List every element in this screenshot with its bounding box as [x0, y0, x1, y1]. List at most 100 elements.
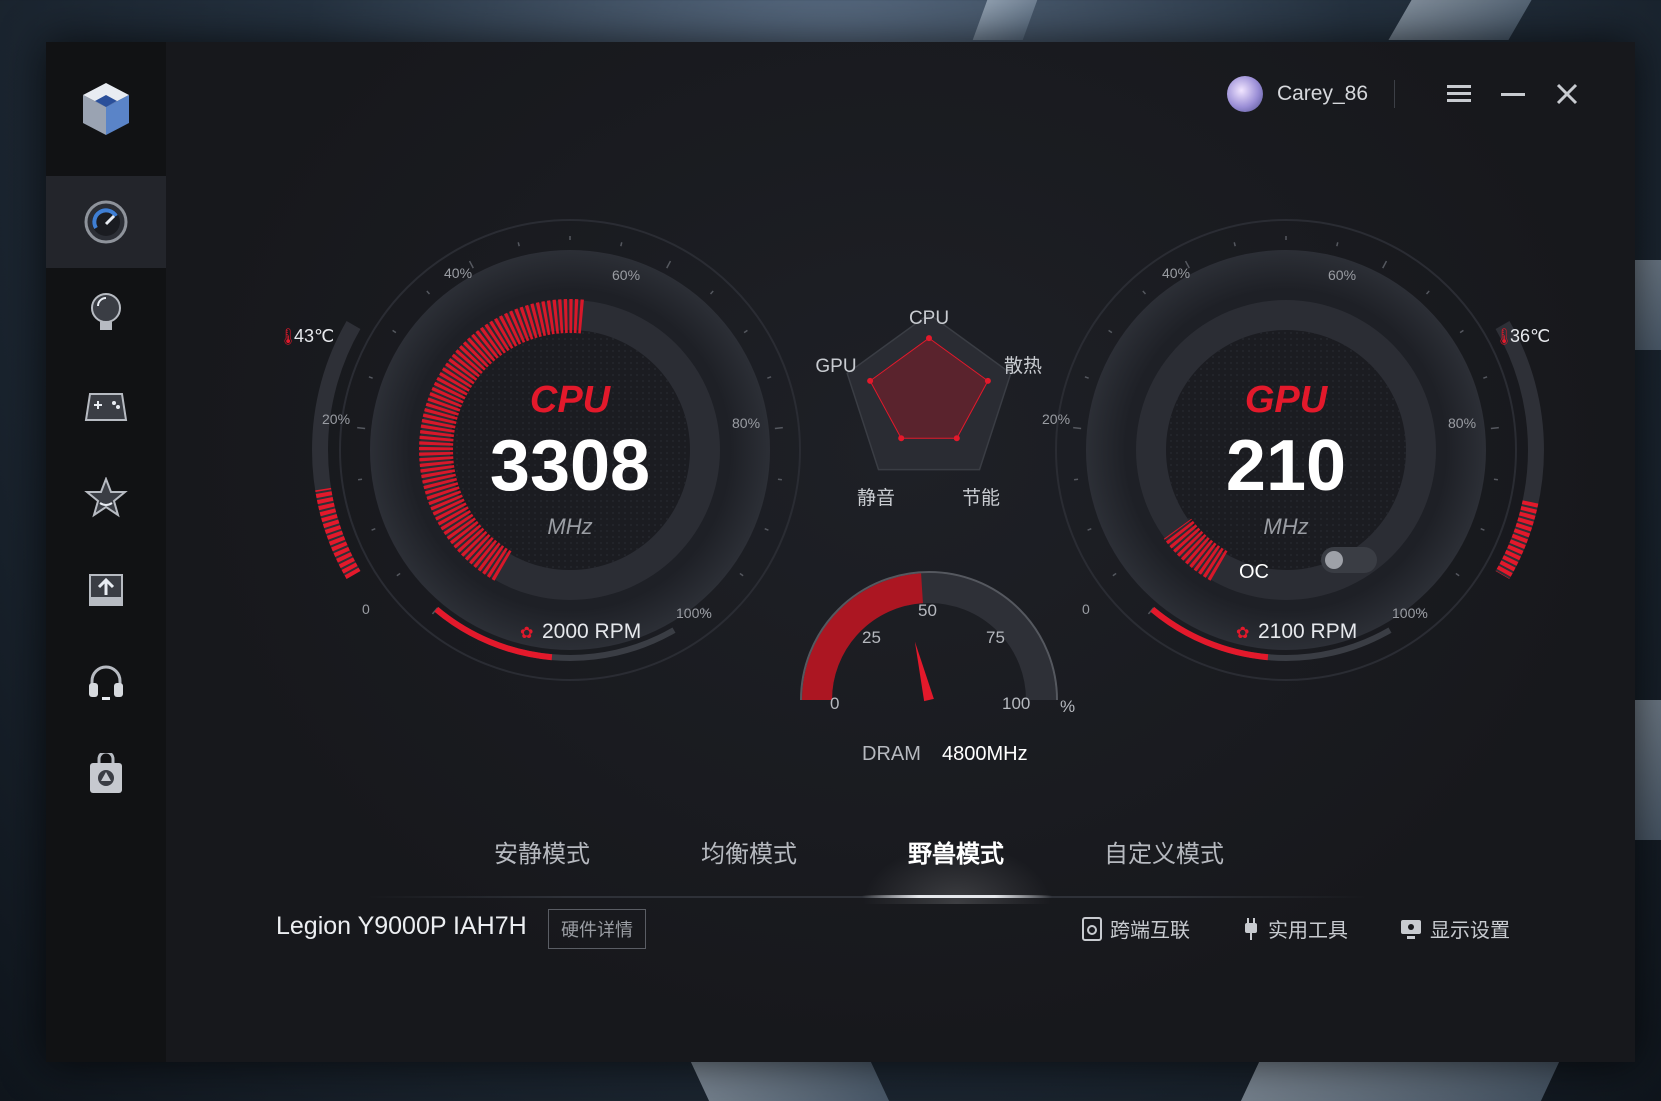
- cpu-tick: [777, 478, 783, 481]
- radar-point: [953, 435, 960, 442]
- sidebar-item-audio[interactable]: [46, 636, 166, 728]
- shopping-bag-icon: [90, 753, 122, 793]
- sidebar: [46, 42, 166, 1062]
- cpu-frequency-value: 3308: [490, 426, 650, 506]
- gpu-gauge: GPU 210 MHz OC ✿ 2100 RPM 🌡 36℃ 0 20% 40…: [1042, 219, 1550, 681]
- cpu-tick: [709, 290, 714, 295]
- tab-balanced-mode[interactable]: 均衡模式: [701, 834, 797, 869]
- gpu-tick: [1455, 572, 1460, 577]
- hardware-details-button[interactable]: 硬件详情: [548, 909, 646, 949]
- cpu-tick: [426, 290, 431, 295]
- performance-radar: CPU 散热 节能 静音 GPU: [815, 308, 1042, 509]
- tab-beast-mode[interactable]: 野兽模式: [908, 834, 1004, 869]
- dram-scale-75: 75: [986, 628, 1005, 647]
- gpu-scale-40: 40%: [1162, 265, 1190, 281]
- cpu-tick: [392, 329, 397, 334]
- cross-device-link[interactable]: 跨端互联: [1082, 914, 1190, 943]
- cpu-gauge: CPU 3308 MHz ✿ 2000 RPM 🌡 43℃ 0 20% 40% …: [278, 219, 801, 681]
- gpu-label: GPU: [1245, 379, 1329, 421]
- sidebar-item-favorites[interactable]: [46, 452, 166, 544]
- cpu-tick: [666, 260, 672, 269]
- gpu-tick: [1112, 572, 1117, 577]
- cpu-scale-20: 20%: [322, 411, 350, 427]
- cpu-tick: [764, 527, 769, 531]
- upload-icon: [89, 574, 123, 606]
- cpu-fan-icon: ✿: [520, 625, 533, 642]
- gpu-oc-toggle[interactable]: [1321, 547, 1377, 573]
- cpu-frequency-unit: MHz: [547, 514, 592, 539]
- radar-label-gpu: GPU: [815, 356, 856, 377]
- cpu-scale-40: 40%: [444, 265, 472, 281]
- cross-device-icon: [1082, 916, 1102, 941]
- gpu-tick: [1142, 290, 1147, 295]
- gpu-tick: [1336, 242, 1339, 247]
- sidebar-item-upload[interactable]: [46, 544, 166, 636]
- gpu-tick: [1425, 290, 1430, 295]
- gpu-tick: [1073, 478, 1079, 481]
- dram-unit: %: [1060, 697, 1075, 716]
- gpu-temperature: 36℃: [1510, 326, 1550, 346]
- tab-custom-mode[interactable]: 自定义模式: [1104, 834, 1224, 869]
- sidebar-item-games[interactable]: [46, 360, 166, 452]
- cpu-tick: [357, 478, 363, 481]
- radar-point: [867, 377, 874, 384]
- performance-gauges: CPU 3308 MHz ✿ 2000 RPM 🌡 43℃ 0 20% 40% …: [278, 219, 1550, 765]
- gpu-tick: [1459, 329, 1464, 334]
- cpu-scale-0: 0: [362, 601, 370, 617]
- display-settings-link[interactable]: 显示设置: [1400, 914, 1510, 943]
- dram-scale-50: 50: [918, 601, 937, 620]
- app-window: Carey_86 CPU 3308 MHz ✿ 2000 RPM 🌡 43℃ 0…: [46, 42, 1635, 1062]
- cpu-scale-80: 80%: [732, 415, 760, 431]
- device-model: Legion Y9000P IAH7H: [276, 912, 527, 940]
- sidebar-item-store[interactable]: [46, 728, 166, 820]
- gpu-scale-0: 0: [1082, 601, 1090, 617]
- sidebar-item-lighting[interactable]: [46, 268, 166, 360]
- footer: Legion Y9000P IAH7H 硬件详情 跨端互联 实用工具 显示设置: [46, 909, 1635, 972]
- dram-scale-100: 100: [1002, 694, 1030, 713]
- mode-tabs: 安静模式 均衡模式 野兽模式 自定义模式: [166, 834, 1586, 914]
- sidebar-item-dashboard[interactable]: [46, 176, 166, 268]
- cpu-tick: [517, 242, 520, 247]
- lightbulb-icon: [91, 293, 121, 330]
- headset-icon: [89, 665, 123, 700]
- gpu-frequency-unit: MHz: [1263, 514, 1308, 539]
- cpu-temp-track: [312, 321, 361, 579]
- gpu-tick: [1073, 426, 1082, 430]
- radar-label-efficiency: 节能: [962, 487, 1000, 509]
- gpu-tick: [1087, 527, 1092, 531]
- radar-label-cpu: CPU: [909, 308, 949, 329]
- cpu-tick: [774, 426, 783, 430]
- gpu-scale-20: 20%: [1042, 411, 1070, 427]
- star-icon: [84, 477, 128, 518]
- cpu-fan-speed: 2000 RPM: [542, 620, 641, 643]
- cpu-tick: [739, 572, 744, 577]
- tab-quiet-mode[interactable]: 安静模式: [494, 834, 590, 869]
- dashboard-gauge-icon: [84, 200, 128, 244]
- gpu-tick: [1084, 376, 1089, 379]
- display-settings-label: 显示设置: [1430, 918, 1510, 942]
- cpu-temperature: 43℃: [294, 326, 334, 346]
- utilities-link[interactable]: 实用工具: [1242, 914, 1348, 943]
- radar-point: [984, 377, 991, 384]
- mode-active-indicator: [862, 895, 1052, 898]
- gpu-tick: [1108, 329, 1113, 334]
- cpu-tick: [368, 376, 373, 379]
- radar-label-cooling: 散热: [1004, 355, 1042, 377]
- cpu-tick: [743, 329, 748, 334]
- utilities-label: 实用工具: [1268, 918, 1348, 942]
- cpu-label: CPU: [530, 379, 612, 421]
- cpu-tick: [357, 426, 366, 430]
- cross-device-label: 跨端互联: [1110, 918, 1190, 942]
- gpu-scale-100: 100%: [1392, 605, 1428, 621]
- cpu-temp-bar: [315, 487, 361, 579]
- gpu-tick: [1493, 478, 1499, 481]
- toggle-knob: [1325, 551, 1343, 569]
- plug-icon: [1245, 917, 1257, 940]
- gpu-fan-icon: ✿: [1236, 625, 1249, 642]
- dram-scale-0: 0: [830, 694, 839, 713]
- cpu-scale-100: 100%: [676, 605, 712, 621]
- dram-frequency: 4800MHz: [942, 743, 1028, 765]
- cpu-tick: [620, 242, 623, 247]
- app-logo: [46, 42, 166, 176]
- radar-label-silent: 静音: [857, 487, 895, 509]
